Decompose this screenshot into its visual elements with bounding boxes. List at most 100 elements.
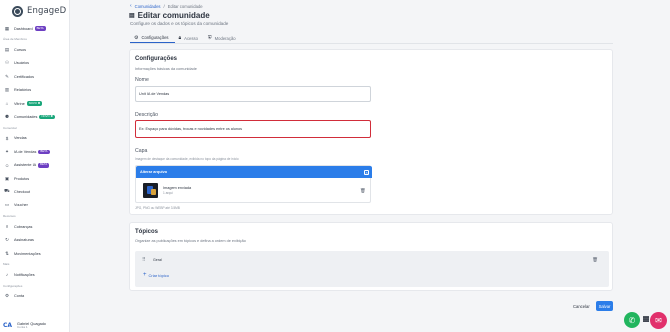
topics-card: Tópicos Organize as publicações em tópic…	[129, 222, 613, 291]
sidebar-item-ia-de-vendas[interactable]: ✦ IA de Vendas BETA	[0, 145, 69, 158]
tab-moderacao[interactable]: ⛨ Moderação	[204, 33, 242, 43]
sidebar-item-notifica-es[interactable]: ♪ Notificações	[0, 268, 69, 281]
sidebar-item-certificados[interactable]: ✎ Certificados	[0, 70, 69, 83]
book-icon: ▤	[4, 47, 10, 53]
tab-acesso[interactable]: 🔒︎ Acesso	[175, 33, 204, 43]
status-badge: NOVO ✱	[39, 114, 55, 120]
breadcrumb-current: Editar comunidade	[167, 3, 203, 9]
trash-icon[interactable]: 🗑︎	[592, 257, 598, 263]
report-icon: ▥	[4, 87, 10, 93]
sidebar-item-label: Cobranças	[14, 224, 33, 229]
sidebar-item-label: Assinaturas	[14, 238, 34, 243]
logo[interactable]: EngageD	[0, 0, 69, 18]
tab-label: Moderação	[214, 35, 236, 41]
status-badge: NOVO ✱	[26, 100, 43, 106]
whatsapp-button[interactable]: ✆	[624, 312, 640, 328]
user-profile[interactable]: CA Gabriel Quagado Conta 1	[0, 320, 69, 332]
community-icon: ⚈	[4, 114, 10, 120]
sidebar-item-label: Assistente IA	[14, 163, 37, 168]
close-icon[interactable]: ×	[364, 169, 369, 175]
tab-label: Acesso	[184, 35, 198, 41]
cover-thumbnail	[143, 183, 158, 198]
sidebar-item-checkout[interactable]: ⛟ Checkout	[0, 185, 69, 198]
chat-icon: ✉	[655, 316, 662, 325]
file-name: Imagem enviada	[163, 186, 192, 190]
drag-handle-icon[interactable]: ⠿	[142, 257, 152, 263]
change-file-button[interactable]: Alterar arquivo ×	[136, 166, 372, 178]
sidebar-item-assistente-ia[interactable]: ☺ Assistente IA BETA	[0, 159, 69, 172]
config-card: Configurações Informações básicas da com…	[129, 49, 613, 215]
apps-grid-icon[interactable]	[643, 316, 649, 322]
box-icon: ▣	[4, 175, 10, 181]
cover-label: Capa	[135, 148, 148, 154]
breadcrumb-parent[interactable]: Comunidades	[135, 4, 161, 9]
file-size: 1 arqui	[163, 191, 173, 195]
sidebar-item-dashboard[interactable]: ▦ Dashboard BETA	[0, 22, 69, 35]
name-label: Nome	[135, 77, 149, 83]
add-topic-button[interactable]: + Criar tópico	[143, 272, 169, 278]
community-icon: ▤	[129, 13, 135, 19]
avatar: CA	[3, 322, 13, 329]
breadcrumb: ‹ Comunidades / Editar comunidade	[130, 3, 203, 9]
assistant-icon: ☺	[4, 162, 10, 168]
logo-text: EngageD	[27, 6, 67, 16]
trash-icon[interactable]: 🗑︎	[360, 188, 366, 194]
lock-icon: 🔒︎	[178, 35, 182, 41]
sidebar-item-vitrine[interactable]: ⌂ Vitrine NOVO ✱	[0, 97, 69, 110]
sidebar-item-label: Notificações	[14, 272, 35, 277]
list-item[interactable]: ⠿ Geral 🗑︎	[142, 255, 602, 265]
page-subtitle: Configure os dados e os tópicos da comun…	[130, 21, 229, 26]
sidebar-item-usu-rios[interactable]: ⚇ Usuários	[0, 57, 69, 70]
sidebar-item-conta[interactable]: ⚙ Conta	[0, 290, 69, 303]
back-icon[interactable]: ‹	[130, 3, 132, 9]
file-hint: JPG, PNG ou WEBP até 3.5MB	[135, 206, 180, 210]
chat-button[interactable]: ✉	[650, 312, 667, 329]
sidebar-item-label: Produtos	[14, 176, 30, 181]
name-input[interactable]: Unit IA de Vendas	[135, 86, 371, 102]
sidebar-item-assinaturas[interactable]: ↻ Assinaturas	[0, 233, 69, 246]
grid-icon: ▦	[4, 25, 10, 31]
config-subtitle: Informações básicas da comunidade	[135, 67, 197, 71]
shield-icon: ⛨	[207, 35, 212, 41]
nav-section-label: Área de Membros	[3, 37, 27, 42]
sidebar: EngageD ▦ Dashboard BETA Área de Membros ▤ Cu…	[0, 0, 70, 332]
topics-subtitle: Organize as publicações em tópicos e def…	[135, 239, 246, 243]
sidebar-item-vendas[interactable]: $ Vendas	[0, 132, 69, 145]
cover-upload: Alterar arquivo × Imagem enviada 1 arqui…	[135, 165, 372, 203]
topics-list: ⠿ Geral 🗑︎ + Criar tópico	[135, 251, 609, 287]
sidebar-item-cobran-as[interactable]: ¤ Cobranças	[0, 220, 69, 233]
tab-bar: ⚙ Configurações 🔒︎ Acesso ⛨ Moderação	[130, 33, 242, 43]
sidebar-item-label: Vendas	[14, 136, 27, 141]
sidebar-item-label: Dashboard	[14, 26, 33, 31]
sidebar-item-label: IA de Vendas	[14, 149, 37, 154]
sidebar-item-voucher[interactable]: ▭ Voucher	[0, 199, 69, 212]
sidebar-item-label: Relatórios	[14, 88, 32, 93]
sidebar-item-comunidades[interactable]: ⚈ Comunidades NOVO ✱	[0, 110, 69, 123]
sidebar-item-label: Cursos	[14, 48, 27, 53]
cart-icon: ⛟	[4, 188, 10, 194]
sales-icon: $	[5, 135, 9, 141]
sidebar-item-cursos[interactable]: ▤ Cursos	[0, 43, 69, 56]
status-badge: BETA	[38, 149, 50, 155]
movements-icon: ⇅	[5, 250, 9, 256]
status-badge: BETA	[34, 25, 46, 31]
nav-section-label: Comercial	[3, 125, 17, 130]
tab-configuracoes[interactable]: ⚙ Configurações	[130, 33, 175, 43]
sidebar-nav: ▦ Dashboard BETA Área de Membros ▤ Cursos ⚇ Usu…	[0, 22, 69, 303]
sidebar-item-movimenta-es[interactable]: ⇅ Movimentações	[0, 247, 69, 260]
sidebar-item-label: Comunidades	[14, 115, 38, 120]
page-title-text: Editar comunidade	[137, 11, 210, 20]
sidebar-item-relat-rios[interactable]: ▥ Relatórios	[0, 84, 69, 97]
change-file-label: Alterar arquivo	[140, 170, 168, 174]
sidebar-item-label: Vitrine	[14, 101, 25, 106]
status-badge: BETA	[38, 162, 50, 168]
cover-help: Imagem de destaque da comunidade, exibid…	[135, 157, 239, 161]
sidebar-item-label: Movimentações	[14, 251, 41, 256]
description-input[interactable]: Ex: Espaço para dúvidas, trocas e novida…	[135, 120, 371, 138]
sidebar-item-produtos[interactable]: ▣ Produtos	[0, 172, 69, 185]
sidebar-item-label: Checkout	[14, 189, 31, 194]
sidebar-item-label: Conta	[14, 294, 25, 299]
save-button[interactable]: Salvar	[596, 301, 613, 311]
nav-section-label: Recursos	[3, 214, 16, 219]
cancel-button[interactable]: Cancelar	[573, 302, 590, 311]
